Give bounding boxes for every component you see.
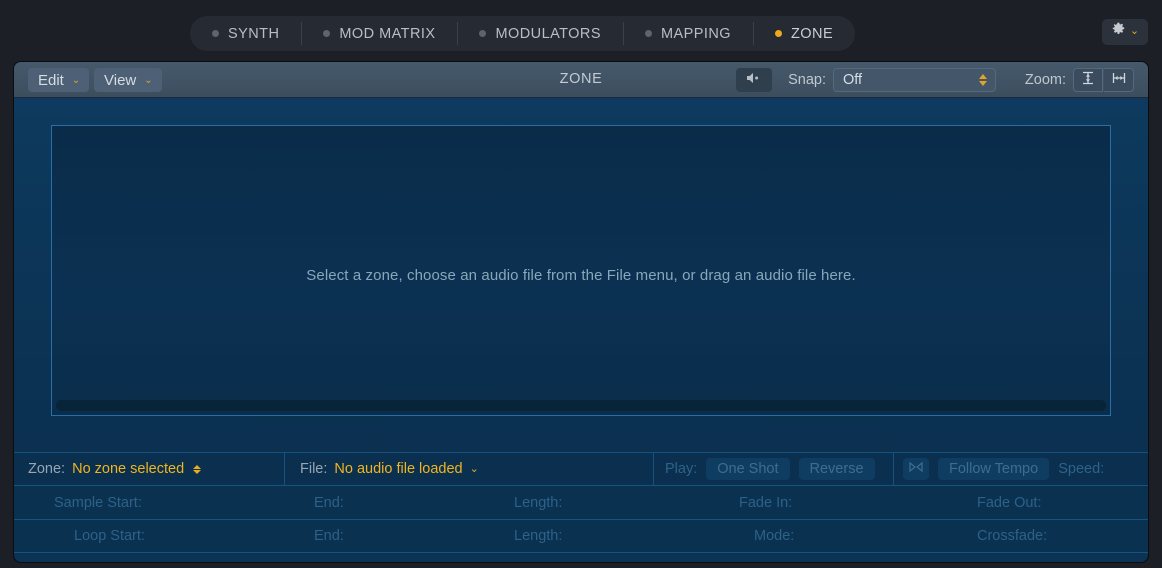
file-selector-cell: File: No audio file loaded ⌄ xyxy=(284,453,653,485)
zone-label: Zone: xyxy=(28,461,66,477)
tab-label: ZONE xyxy=(790,25,834,42)
chevron-down-icon: ⌄ xyxy=(144,74,153,86)
sample-end-label[interactable]: End: xyxy=(314,495,344,511)
zoom-label: Zoom: xyxy=(1024,72,1066,88)
speed-label: Speed: xyxy=(1058,461,1105,477)
tab-indicator-dot xyxy=(479,30,487,37)
tab-group: SYNTH MOD MATRIX MODULATORS MAPPING ZONE xyxy=(190,16,856,51)
snap-value: Off xyxy=(843,72,863,88)
tab-synth[interactable]: SYNTH xyxy=(190,16,301,51)
follow-tempo-icon xyxy=(908,460,924,478)
waveform-drop-area[interactable]: Select a zone, choose an audio file from… xyxy=(14,98,1148,452)
fade-out-label[interactable]: Fade Out: xyxy=(977,495,1041,511)
tab-indicator-dot xyxy=(644,30,652,37)
file-label: File: xyxy=(300,461,328,477)
loop-length-label[interactable]: Length: xyxy=(514,528,562,544)
horizontal-scrollbar[interactable] xyxy=(56,400,1106,411)
chevron-down-icon[interactable]: ⌄ xyxy=(470,463,479,475)
one-shot-button[interactable]: One Shot xyxy=(706,458,790,480)
view-menu-button[interactable]: View ⌄ xyxy=(94,68,162,92)
tab-label: MODULATORS xyxy=(495,25,601,42)
loop-end-label[interactable]: End: xyxy=(314,528,344,544)
tab-label: SYNTH xyxy=(228,25,280,42)
snap-control: Snap: Off xyxy=(788,68,996,92)
tab-modulators[interactable]: MODULATORS xyxy=(457,16,622,51)
tab-indicator-dot-active xyxy=(774,30,782,37)
edit-menu-button[interactable]: Edit ⌄ xyxy=(28,68,90,92)
sample-start-label[interactable]: Sample Start: xyxy=(54,495,142,511)
stepper-arrows-icon[interactable] xyxy=(979,74,987,86)
play-label: Play: xyxy=(665,461,698,477)
tempo-cell: Follow Tempo Speed: xyxy=(893,453,1148,485)
audition-button[interactable] xyxy=(736,68,772,92)
zone-stepper-icon[interactable] xyxy=(193,464,202,474)
settings-button[interactable]: ⌄ xyxy=(1102,19,1148,45)
crossfade-label[interactable]: Crossfade: xyxy=(977,528,1047,544)
loop-param-row: Loop Start: End: Length: Mode: Crossfade… xyxy=(14,519,1148,553)
edit-menu-label: Edit xyxy=(38,71,64,89)
tab-indicator-dot xyxy=(323,30,331,37)
snap-label: Snap: xyxy=(788,72,826,88)
zoom-control: Zoom: xyxy=(1025,68,1134,92)
zoom-button-group xyxy=(1073,68,1134,92)
follow-tempo-button[interactable]: Follow Tempo xyxy=(938,458,1050,480)
fade-in-label[interactable]: Fade In: xyxy=(739,495,792,511)
follow-tempo-toggle[interactable] xyxy=(903,458,929,480)
tab-zone[interactable]: ZONE xyxy=(752,16,855,51)
zone-toolbar: Edit ⌄ View ⌄ ZONE Snap: Off Zoom: xyxy=(14,62,1148,98)
tab-label: MAPPING xyxy=(660,25,731,42)
sample-length-label[interactable]: Length: xyxy=(514,495,562,511)
zone-info-bar: Zone: No zone selected File: No audio fi… xyxy=(14,452,1148,485)
view-menu-label: View xyxy=(104,71,137,89)
tab-mapping[interactable]: MAPPING xyxy=(622,16,753,51)
tab-label: MOD MATRIX xyxy=(339,25,436,42)
tab-indicator-dot xyxy=(212,30,219,37)
zone-value[interactable]: No zone selected xyxy=(72,461,184,477)
zoom-vertical-icon xyxy=(1080,70,1096,91)
chevron-down-icon: ⌄ xyxy=(71,74,81,86)
zone-editor-window: Edit ⌄ View ⌄ ZONE Snap: Off Zoom: Selec… xyxy=(14,62,1148,562)
sampler-zone-window: SYNTH MOD MATRIX MODULATORS MAPPING ZONE xyxy=(0,0,1162,568)
loop-start-label[interactable]: Loop Start: xyxy=(74,528,145,544)
zoom-vertical-button[interactable] xyxy=(1073,68,1103,92)
play-mode-cell: Play: One Shot Reverse xyxy=(653,453,893,485)
speaker-icon xyxy=(745,71,763,90)
file-value[interactable]: No audio file loaded xyxy=(334,461,462,477)
reverse-button[interactable]: Reverse xyxy=(798,458,875,480)
gear-icon xyxy=(1111,22,1126,42)
zoom-horizontal-button[interactable] xyxy=(1104,68,1134,92)
zone-display-box[interactable] xyxy=(51,125,1111,416)
snap-select[interactable]: Off xyxy=(833,68,996,92)
zoom-horizontal-icon xyxy=(1111,70,1127,91)
zone-selector-cell: Zone: No zone selected xyxy=(14,453,284,485)
tab-mod-matrix[interactable]: MOD MATRIX xyxy=(301,16,457,51)
sample-param-row: Sample Start: End: Length: Fade In: Fade… xyxy=(14,485,1148,519)
loop-mode-label[interactable]: Mode: xyxy=(754,528,794,544)
chevron-down-icon: ⌄ xyxy=(1129,25,1140,37)
plugin-tab-bar: SYNTH MOD MATRIX MODULATORS MAPPING ZONE xyxy=(0,0,1162,62)
